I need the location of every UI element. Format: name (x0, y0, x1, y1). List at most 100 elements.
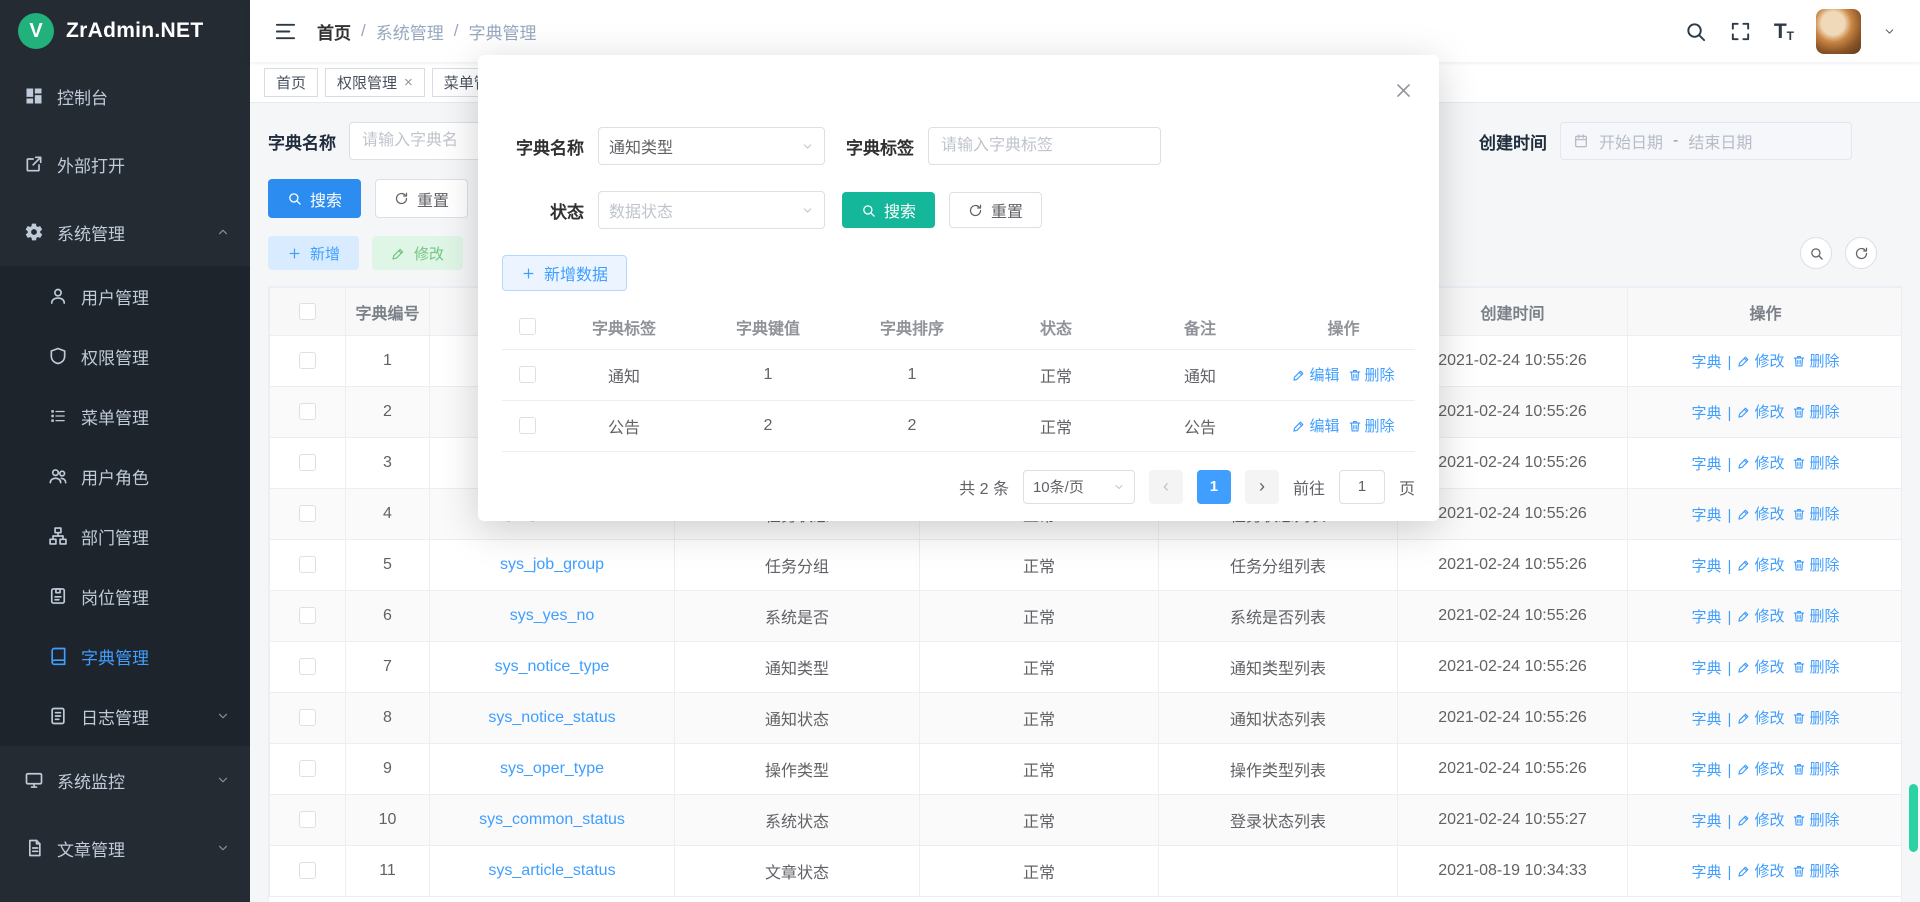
dialog-search-button[interactable]: 搜索 (842, 192, 935, 228)
select-all-checkbox[interactable] (519, 318, 536, 335)
row-checkbox[interactable] (299, 505, 316, 522)
current-page-button[interactable]: 1 (1197, 470, 1231, 504)
sidebar-item-系统监控[interactable]: 系统监控 (0, 746, 250, 814)
goto-page-input[interactable] (1339, 470, 1385, 504)
page-size-select[interactable]: 10条/页 (1023, 470, 1135, 504)
sidebar-item-权限管理[interactable]: 权限管理 (0, 326, 250, 386)
edit-link[interactable]: 修改 (1737, 707, 1784, 728)
delete-link[interactable]: 删除 (1792, 860, 1839, 881)
delete-link[interactable]: 删除 (1792, 554, 1839, 575)
edit-link[interactable]: 修改 (1737, 758, 1784, 779)
edit-link[interactable]: 修改 (1737, 605, 1784, 626)
chevron-down-icon[interactable] (1883, 25, 1896, 38)
next-page-button[interactable]: › (1245, 470, 1279, 504)
row-checkbox[interactable] (299, 709, 316, 726)
add-button[interactable]: 新增 (268, 236, 359, 270)
scrollbar-thumb[interactable] (1909, 784, 1918, 852)
tab-首页[interactable]: 首页 (264, 68, 318, 97)
breadcrumb-item[interactable]: 系统管理 (376, 19, 444, 44)
edit-link[interactable]: 修改 (1737, 860, 1784, 881)
edit-link[interactable]: 修改 (1737, 401, 1784, 422)
prev-page-button[interactable]: ‹ (1149, 470, 1183, 504)
reset-button[interactable]: 重置 (375, 179, 468, 218)
edit-link[interactable]: 编辑 (1292, 415, 1339, 436)
hamburger-icon[interactable] (274, 20, 297, 43)
dict-link[interactable]: 字典 (1692, 810, 1722, 831)
add-data-button[interactable]: 新增数据 (502, 255, 627, 291)
edit-link[interactable]: 修改 (1737, 656, 1784, 677)
dict-link[interactable]: 字典 (1692, 708, 1722, 729)
avatar[interactable] (1816, 9, 1861, 54)
edit-link[interactable]: 修改 (1737, 809, 1784, 830)
dict-link[interactable]: 字典 (1692, 555, 1722, 576)
row-checkbox[interactable] (299, 658, 316, 675)
search-icon[interactable] (1684, 20, 1707, 43)
sidebar-item-日志管理[interactable]: 日志管理 (0, 686, 250, 746)
sidebar-item-用户管理[interactable]: 用户管理 (0, 266, 250, 326)
toggle-search-button[interactable] (1800, 237, 1832, 269)
dict-type-link[interactable]: sys_common_status (479, 811, 625, 828)
sidebar-item-菜单管理[interactable]: 菜单管理 (0, 386, 250, 446)
dialog-reset-button[interactable]: 重置 (949, 192, 1042, 228)
status-select[interactable]: 数据状态 (598, 191, 825, 229)
dict-link[interactable]: 字典 (1692, 606, 1722, 627)
delete-link[interactable]: 删除 (1792, 707, 1839, 728)
sidebar-item-外部打开[interactable]: 外部打开 (0, 130, 250, 198)
delete-link[interactable]: 删除 (1792, 401, 1839, 422)
sidebar-item-系统管理[interactable]: 系统管理 (0, 198, 250, 266)
tab-权限管理[interactable]: 权限管理× (325, 68, 425, 97)
edit-link[interactable]: 修改 (1737, 554, 1784, 575)
sidebar-item-部门管理[interactable]: 部门管理 (0, 506, 250, 566)
dict-type-link[interactable]: sys_yes_no (510, 607, 595, 624)
row-checkbox[interactable] (299, 811, 316, 828)
dict-label-input[interactable] (928, 127, 1161, 165)
row-checkbox[interactable] (299, 556, 316, 573)
sidebar-item-用户角色[interactable]: 用户角色 (0, 446, 250, 506)
row-checkbox[interactable] (519, 417, 536, 434)
delete-link[interactable]: 删除 (1348, 415, 1395, 436)
edit-link[interactable]: 修改 (1737, 350, 1784, 371)
dict-link[interactable]: 字典 (1692, 351, 1722, 372)
close-icon[interactable] (1394, 81, 1413, 100)
delete-link[interactable]: 删除 (1792, 758, 1839, 779)
delete-link[interactable]: 删除 (1792, 452, 1839, 473)
select-all-checkbox[interactable] (299, 303, 316, 320)
dict-link[interactable]: 字典 (1692, 861, 1722, 882)
sidebar-item-控制台[interactable]: 控制台 (0, 62, 250, 130)
dict-name-select[interactable]: 通知类型 (598, 127, 825, 165)
breadcrumb-item[interactable]: 首页 (317, 19, 351, 44)
row-checkbox[interactable] (299, 454, 316, 471)
edit-link[interactable]: 编辑 (1292, 364, 1339, 385)
delete-link[interactable]: 删除 (1348, 364, 1395, 385)
sidebar-item-字典管理[interactable]: 字典管理 (0, 626, 250, 686)
delete-link[interactable]: 删除 (1792, 350, 1839, 371)
row-checkbox[interactable] (299, 403, 316, 420)
close-icon[interactable]: × (404, 75, 413, 90)
row-checkbox[interactable] (299, 607, 316, 624)
sidebar-item-文章管理[interactable]: 文章管理 (0, 814, 250, 882)
app-logo[interactable]: V ZrAdmin.NET (0, 0, 250, 62)
refresh-table-button[interactable] (1845, 237, 1877, 269)
dict-type-link[interactable]: sys_notice_type (495, 658, 610, 675)
dict-type-link[interactable]: sys_notice_status (488, 709, 615, 726)
row-checkbox[interactable] (519, 366, 536, 383)
delete-link[interactable]: 删除 (1792, 503, 1839, 524)
search-button[interactable]: 搜索 (268, 179, 361, 218)
date-range-picker[interactable]: 开始日期 - 结束日期 (1560, 122, 1852, 160)
edit-link[interactable]: 修改 (1737, 503, 1784, 524)
font-size-icon[interactable]: TT (1774, 21, 1794, 42)
row-checkbox[interactable] (299, 760, 316, 777)
edit-button[interactable]: 修改 (372, 236, 463, 270)
dict-link[interactable]: 字典 (1692, 759, 1722, 780)
fullscreen-icon[interactable] (1729, 20, 1752, 43)
dict-link[interactable]: 字典 (1692, 657, 1722, 678)
dict-link[interactable]: 字典 (1692, 504, 1722, 525)
dict-type-link[interactable]: sys_job_group (500, 556, 604, 573)
edit-link[interactable]: 修改 (1737, 452, 1784, 473)
delete-link[interactable]: 删除 (1792, 809, 1839, 830)
delete-link[interactable]: 删除 (1792, 605, 1839, 626)
dict-link[interactable]: 字典 (1692, 453, 1722, 474)
row-checkbox[interactable] (299, 352, 316, 369)
dict-type-link[interactable]: sys_oper_type (500, 760, 604, 777)
delete-link[interactable]: 删除 (1792, 656, 1839, 677)
